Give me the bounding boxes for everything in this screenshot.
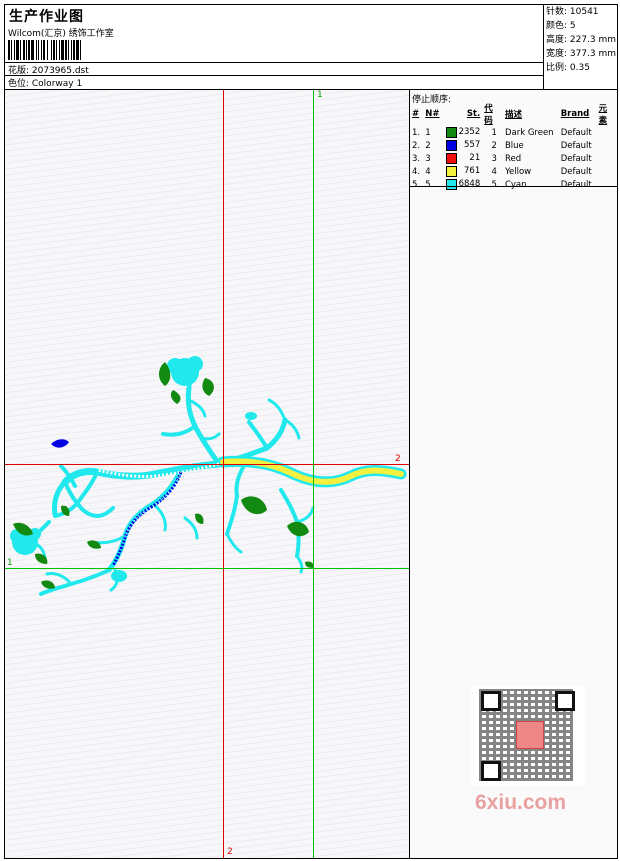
table-row: 1. 1 2352 1 Dark Green Default xyxy=(410,126,617,139)
row-stitches: 6848 xyxy=(444,178,483,191)
row-description: Dark Green xyxy=(504,127,554,138)
row-description: Yellow xyxy=(504,166,532,177)
row-index: 4. xyxy=(412,166,421,177)
table-row: 5. 5 6848 5 Cyan Default xyxy=(410,178,617,191)
color-table: # N# St. 代码 描述 Brand 元素 1. 1 2352 1 Dark Gre… xyxy=(410,102,617,191)
color-swatch xyxy=(445,153,457,164)
row-needle: 3 xyxy=(425,153,431,164)
table-row: 3. 3 21 3 Red Default xyxy=(410,152,617,165)
design-width: 宽度: 377.3 mm xyxy=(546,49,617,59)
red-guide-vertical xyxy=(223,90,224,858)
row-description: Cyan xyxy=(504,179,527,190)
color-swatch xyxy=(445,140,457,151)
green-guide-label-left: 1 xyxy=(7,558,13,568)
row-code: 3 xyxy=(491,153,497,164)
table-bottom-rule xyxy=(410,186,617,187)
row-brand: Default xyxy=(560,153,592,164)
row-code: 4 xyxy=(491,166,497,177)
color-swatch xyxy=(445,166,457,177)
row-description: Blue xyxy=(504,140,524,151)
table-header-row: # N# St. 代码 描述 Brand 元素 xyxy=(410,102,617,126)
col-stitches: St. xyxy=(466,109,481,119)
sheet-subtitle: Wilcom(汇京) 绣饰工作室 xyxy=(8,29,114,39)
cyan-branches xyxy=(29,364,315,596)
embroidery-artwork xyxy=(10,356,407,596)
green-guide-horizontal xyxy=(5,568,409,569)
color-swatch xyxy=(445,127,457,138)
col-description: 描述 xyxy=(504,110,522,120)
row-description: Red xyxy=(504,153,522,164)
row-code: 2 xyxy=(491,140,497,151)
header-info: 生产作业图 Wilcom(汇京) 绣饰工作室 花版: 2073965.dst 色… xyxy=(5,5,543,89)
col-element: 元素 xyxy=(598,104,608,126)
design-preview: 1 2 1 2 xyxy=(5,90,409,858)
row-index: 3. xyxy=(412,153,421,164)
red-guide-label-right: 2 xyxy=(395,454,401,464)
row-needle: 2 xyxy=(425,140,431,151)
colorway-label: 色位: Colorway 1 xyxy=(8,79,83,89)
row-index: 2. xyxy=(412,140,421,151)
row-code: 1 xyxy=(491,127,497,138)
stitch-count: 针数: 10541 xyxy=(546,7,599,17)
col-code: 代码 xyxy=(484,104,493,126)
col-index: # xyxy=(412,109,420,119)
red-guide-label-bottom: 2 xyxy=(227,847,233,857)
row-needle: 4 xyxy=(425,166,431,177)
row-element xyxy=(597,165,617,178)
row-code: 5 xyxy=(491,179,497,190)
design-height: 高度: 227.3 mm xyxy=(546,35,617,45)
color-swatch xyxy=(445,179,457,190)
sheet-title: 生产作业图 xyxy=(9,9,84,25)
color-count: 颜色: 5 xyxy=(546,21,576,31)
design-scale: 比例: 0.35 xyxy=(546,63,590,73)
row-brand: Default xyxy=(560,179,592,190)
row-stitches: 21 xyxy=(444,152,483,165)
blue-ornament xyxy=(51,439,69,448)
red-guide-horizontal xyxy=(5,464,409,465)
row-brand: Default xyxy=(560,127,592,138)
row-brand: Default xyxy=(560,166,592,177)
row-element xyxy=(597,126,617,139)
col-needle: N# xyxy=(425,109,440,119)
row-needle: 1 xyxy=(425,127,431,138)
row-brand: Default xyxy=(560,140,592,151)
green-guide-label-top: 1 xyxy=(317,90,323,100)
row-index: 1. xyxy=(412,127,421,138)
table-row: 4. 4 761 4 Yellow Default xyxy=(410,165,617,178)
row-element xyxy=(597,178,617,191)
barcode xyxy=(8,40,144,60)
col-brand: Brand xyxy=(560,109,590,119)
seal-stamp xyxy=(516,721,544,749)
design-stats: 针数: 10541 颜色: 5 高度: 227.3 mm 宽度: 377.3 m… xyxy=(543,5,618,89)
row-element xyxy=(597,152,617,165)
header-divider xyxy=(5,75,543,76)
row-stitches: 2352 xyxy=(444,126,483,139)
watermark-text: 6xiu.com xyxy=(475,791,567,814)
cyan-flowers xyxy=(10,356,257,582)
green-guide-vertical xyxy=(313,90,314,858)
row-stitches: 557 xyxy=(444,139,483,152)
row-element xyxy=(597,139,617,152)
row-index: 5. xyxy=(412,179,421,190)
production-sheet: 生产作业图 Wilcom(汇京) 绣饰工作室 花版: 2073965.dst 色… xyxy=(4,4,618,859)
row-stitches: 761 xyxy=(444,165,483,178)
row-needle: 5 xyxy=(425,179,431,190)
qr-code xyxy=(471,685,585,785)
table-row: 2. 2 557 2 Blue Default xyxy=(410,139,617,152)
